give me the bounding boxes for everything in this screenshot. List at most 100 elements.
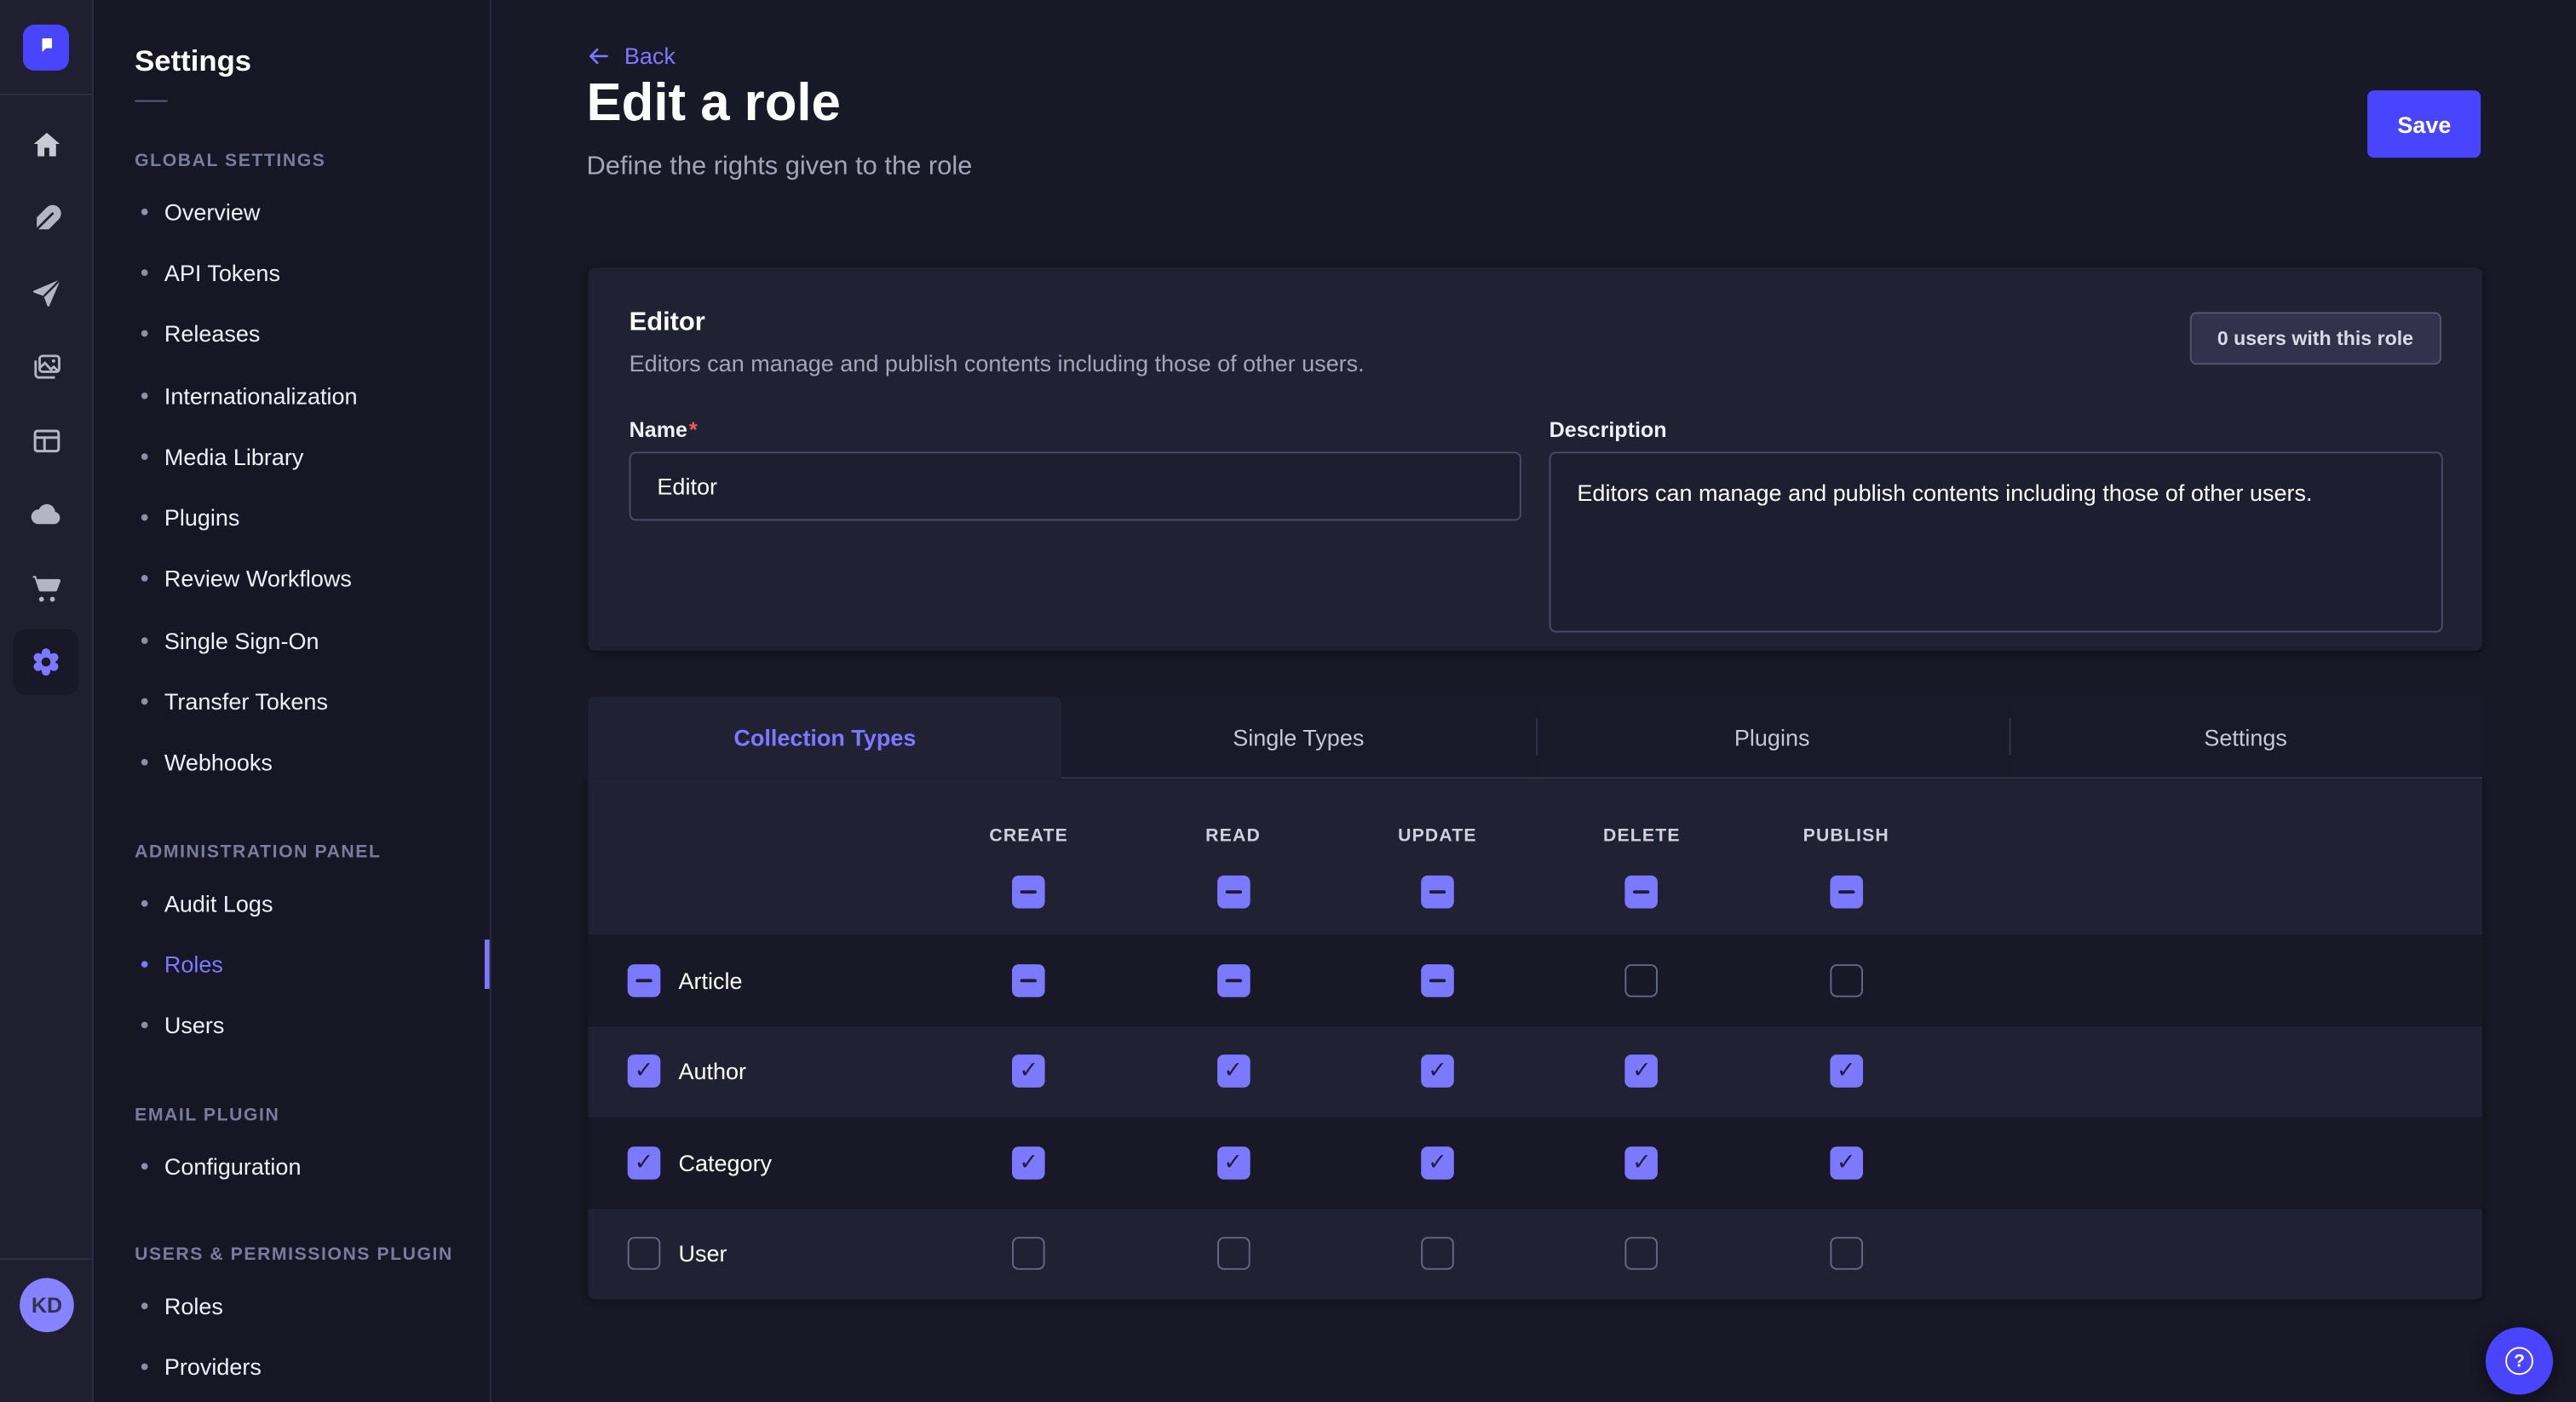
master-checkbox-read[interactable] <box>1216 876 1250 909</box>
nav-layout-button[interactable] <box>13 407 78 473</box>
tab-collection-types[interactable]: Collection Types <box>588 697 1061 779</box>
paper-plane-icon <box>29 275 63 309</box>
sidebar-item-internationalization[interactable]: Internationalization <box>94 365 490 426</box>
category-create-checkbox[interactable] <box>1012 1146 1045 1180</box>
sidebar-section: EMAIL PLUGINConfiguration <box>94 1092 490 1196</box>
bullet-icon <box>141 961 148 968</box>
main-content: Back Edit a role Define the rights given… <box>493 0 2576 1402</box>
master-checkbox-update[interactable] <box>1421 876 1454 909</box>
layout-icon <box>29 423 63 457</box>
bullet-icon <box>141 698 148 705</box>
row-checkbox-user[interactable] <box>628 1238 661 1271</box>
description-field: Description Editors can manage and publi… <box>1550 417 2443 633</box>
nav-cart-button[interactable] <box>13 555 78 621</box>
sidebar-item-label: Providers <box>164 1353 262 1380</box>
rail-divider-top <box>0 94 92 95</box>
back-arrow-icon <box>586 43 611 68</box>
author-publish-checkbox[interactable] <box>1830 1055 1863 1089</box>
sidebar-section: GLOBAL SETTINGSOverviewAPI TokensRelease… <box>94 138 490 793</box>
master-checkbox-create[interactable] <box>1012 876 1045 909</box>
tab-label: Collection Types <box>733 724 916 750</box>
strapi-logo[interactable] <box>23 25 69 71</box>
save-button[interactable]: Save <box>2368 90 2481 158</box>
article-delete-checkbox[interactable] <box>1625 964 1659 997</box>
category-delete-checkbox[interactable] <box>1625 1146 1659 1180</box>
article-publish-checkbox[interactable] <box>1830 964 1863 997</box>
article-create-checkbox[interactable] <box>1012 964 1045 997</box>
sidebar-item-api-tokens[interactable]: API Tokens <box>94 242 490 303</box>
description-input[interactable]: Editors can manage and publish contents … <box>1550 451 2443 632</box>
category-publish-checkbox[interactable] <box>1830 1146 1863 1180</box>
nav-images-button[interactable] <box>13 333 78 399</box>
sidebar-item-configuration[interactable]: Configuration <box>94 1135 490 1196</box>
user-delete-checkbox[interactable] <box>1625 1238 1659 1271</box>
bullet-icon <box>141 514 148 521</box>
sidebar-item-label: Audit Logs <box>164 890 273 916</box>
tab-single-types[interactable]: Single Types <box>1061 697 1535 779</box>
help-button[interactable]: ? <box>2486 1327 2553 1394</box>
role-name-heading: Editor <box>630 309 2441 339</box>
icon-rail: KD <box>0 0 94 1402</box>
tab-label: Settings <box>2204 724 2287 750</box>
sidebar-item-label: Webhooks <box>164 750 273 776</box>
user-read-checkbox[interactable] <box>1216 1238 1250 1271</box>
article-read-checkbox[interactable] <box>1216 964 1250 997</box>
sidebar-item-plugins[interactable]: Plugins <box>94 487 490 549</box>
nav-gear-button[interactable] <box>13 629 78 695</box>
home-icon <box>29 127 63 161</box>
sidebar-item-label: Transfer Tokens <box>164 688 328 715</box>
sidebar-section: ADMINISTRATION PANEL Audit Logs RolesUsers <box>94 830 490 1056</box>
user-create-checkbox[interactable] <box>1012 1238 1045 1271</box>
category-read-checkbox[interactable] <box>1216 1146 1250 1180</box>
sidebar-item-roles[interactable]: Roles <box>94 934 490 995</box>
user-update-checkbox[interactable] <box>1421 1238 1454 1271</box>
sidebar-item-label: Plugins <box>164 504 240 531</box>
user-avatar[interactable]: KD <box>20 1278 74 1332</box>
sidebar-item-transfer-tokens[interactable]: Transfer Tokens <box>94 671 490 733</box>
row-checkbox-article[interactable] <box>628 964 661 997</box>
author-delete-checkbox[interactable] <box>1625 1055 1659 1089</box>
sidebar-item-review-workflows[interactable]: Review Workflows <box>94 549 490 610</box>
name-field: Name* <box>630 417 1521 633</box>
name-input[interactable] <box>630 451 1521 520</box>
back-link[interactable]: Back <box>586 43 675 69</box>
article-update-checkbox[interactable] <box>1421 964 1454 997</box>
strapi-logo-icon <box>33 31 60 65</box>
row-checkbox-category[interactable] <box>628 1146 661 1180</box>
user-publish-checkbox[interactable] <box>1830 1238 1863 1271</box>
category-update-checkbox[interactable] <box>1421 1146 1454 1180</box>
nav-paper-plane-button[interactable] <box>13 260 78 325</box>
nav-feather-button[interactable] <box>13 186 78 251</box>
sidebar-item-roles[interactable]: Roles <box>94 1275 490 1336</box>
sidebar-item-media-library[interactable]: Media Library <box>94 426 490 487</box>
sidebar-item-releases[interactable]: Releases <box>94 303 490 365</box>
sidebar-item-providers[interactable]: Providers <box>94 1336 490 1398</box>
bullet-icon <box>141 899 148 906</box>
sidebar-item-single-sign-on[interactable]: Single Sign-On <box>94 610 490 671</box>
row-checkbox-author[interactable] <box>628 1055 661 1089</box>
sidebar-item-users[interactable]: Users <box>94 995 490 1056</box>
sidebar-section-label: ADMINISTRATION PANEL <box>94 830 490 872</box>
feather-icon <box>29 201 63 235</box>
sidebar-item-label: Roles <box>164 1292 223 1319</box>
row-label: Article <box>678 967 742 993</box>
sidebar-item-audit-logs[interactable]: Audit Logs <box>94 872 490 934</box>
tab-plugins[interactable]: Plugins <box>1535 697 2009 779</box>
sidebar-item-label: Media Library <box>164 443 304 469</box>
sidebar-item-overview[interactable]: Overview <box>94 181 490 242</box>
permission-row-user: User <box>588 1208 2482 1299</box>
author-create-checkbox[interactable] <box>1012 1055 1045 1089</box>
role-description-text: Editors can manage and publish contents … <box>630 350 2441 376</box>
nav-home-button[interactable] <box>13 112 78 177</box>
bullet-icon <box>141 760 148 767</box>
tab-settings[interactable]: Settings <box>2009 697 2482 779</box>
master-checkbox-publish[interactable] <box>1830 876 1863 909</box>
author-read-checkbox[interactable] <box>1216 1055 1250 1089</box>
sidebar-section: USERS & PERMISSIONS PLUGINRolesProviders <box>94 1232 490 1398</box>
sidebar-item-label: Single Sign-On <box>164 627 319 653</box>
sidebar-section-label: EMAIL PLUGIN <box>94 1092 490 1135</box>
sidebar-item-webhooks[interactable]: Webhooks <box>94 733 490 794</box>
author-update-checkbox[interactable] <box>1421 1055 1454 1089</box>
nav-cloud-button[interactable] <box>13 481 78 547</box>
master-checkbox-delete[interactable] <box>1625 876 1659 909</box>
